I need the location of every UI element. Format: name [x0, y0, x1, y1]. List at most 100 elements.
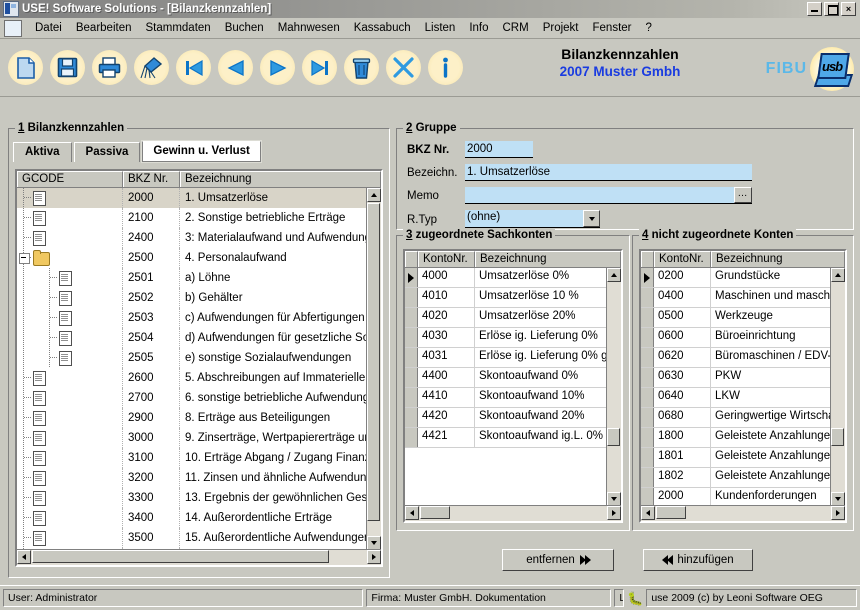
- row-indicator[interactable]: [641, 488, 654, 506]
- assigned-accounts-grid[interactable]: KontoNr. Bezeichnung 4000 Umsatzerlöse 0%…: [403, 249, 623, 523]
- rtyp-select[interactable]: (ohne): [465, 210, 600, 228]
- row-indicator[interactable]: [405, 368, 418, 387]
- row-indicator[interactable]: [641, 428, 654, 447]
- tree-row[interactable]: 3300 13. Ergebnis der gewöhnlichen Geschä…: [17, 488, 367, 508]
- row-indicator[interactable]: [641, 408, 654, 427]
- tree-row[interactable]: 3000 9. Zinserträge, Wertpapiererträge un…: [17, 428, 367, 448]
- row-indicator[interactable]: [641, 328, 654, 347]
- bilanzkennzahlen-tree[interactable]: GCODE BKZ Nr. Bezeichnung 2000 1. Umsatze…: [15, 169, 383, 567]
- chevron-down-icon[interactable]: [583, 210, 600, 227]
- assigned-account-row[interactable]: 4000 Umsatzerlöse 0%: [405, 268, 607, 288]
- next-button[interactable]: [260, 50, 295, 85]
- tree-row[interactable]: 3100 10. Erträge Abgang / Zugang Finanzan…: [17, 448, 367, 468]
- minimize-button[interactable]: [807, 2, 822, 16]
- delete-button[interactable]: [344, 50, 379, 85]
- tree-row[interactable]: 2600 5. Abschreibungen auf Immaterielle V…: [17, 368, 367, 388]
- tree-row[interactable]: 2400 3: Materialaufwand und Aufwendungen …: [17, 228, 367, 248]
- unassigned-account-row[interactable]: 0600 Büroeinrichtung: [641, 328, 831, 348]
- grid3-horizontal-scrollbar[interactable]: [405, 505, 621, 521]
- tree-row[interactable]: 2000 1. Umsatzerlöse: [17, 188, 367, 208]
- menu-item-bearbeiten[interactable]: Bearbeiten: [69, 20, 139, 36]
- row-indicator[interactable]: [405, 308, 418, 327]
- unassigned-account-row[interactable]: 0630 PKW: [641, 368, 831, 388]
- unassigned-account-row[interactable]: 1802 Geleistete Anzahlungen 20: [641, 468, 831, 488]
- row-indicator[interactable]: [641, 468, 654, 487]
- grid4-scroll-up-button[interactable]: [831, 268, 845, 282]
- grid3-scroll-thumb-h[interactable]: [420, 506, 450, 519]
- previous-button[interactable]: [218, 50, 253, 85]
- tree-row[interactable]: 2502 b) Gehälter: [17, 288, 367, 308]
- row-indicator[interactable]: [405, 288, 418, 307]
- row-indicator[interactable]: [641, 308, 654, 327]
- tree-row[interactable]: 2503 c) Aufwendungen für Abfertigungen un…: [17, 308, 367, 328]
- scroll-left-button[interactable]: [17, 550, 31, 564]
- menu-item-help[interactable]: ?: [639, 20, 659, 36]
- clear-button[interactable]: [134, 50, 169, 85]
- tab-aktiva[interactable]: Aktiva: [13, 142, 72, 162]
- unassigned-account-row[interactable]: 2000 Kundenforderungen: [641, 488, 831, 506]
- assigned-account-row[interactable]: 4410 Skontoaufwand 10%: [405, 388, 607, 408]
- row-indicator[interactable]: [641, 448, 654, 467]
- row-indicator[interactable]: [405, 328, 418, 347]
- menu-item-buchen[interactable]: Buchen: [218, 20, 271, 36]
- close-button[interactable]: ×: [841, 2, 856, 16]
- unassigned-account-row[interactable]: 1801 Geleistete Anzahlungen 10: [641, 448, 831, 468]
- tree-row[interactable]: 2504 d) Aufwendungen für gesetzliche Sozi…: [17, 328, 367, 348]
- menu-item-crm[interactable]: CRM: [496, 20, 536, 36]
- last-button[interactable]: [302, 50, 337, 85]
- add-button[interactable]: hinzufügen: [643, 549, 753, 571]
- grid3-column-kontonr[interactable]: KontoNr.: [418, 251, 475, 267]
- row-indicator[interactable]: [405, 348, 418, 367]
- row-indicator[interactable]: [641, 288, 654, 307]
- bkz-nr-input[interactable]: [465, 141, 533, 158]
- grid4-vertical-scrollbar[interactable]: [830, 268, 845, 506]
- first-button[interactable]: [176, 50, 211, 85]
- cancel-button[interactable]: [386, 50, 421, 85]
- tree-row[interactable]: 2505 e) sonstige Sozialaufwendungen: [17, 348, 367, 368]
- tree-row[interactable]: 2700 6. sonstige betriebliche Aufwendunge…: [17, 388, 367, 408]
- current-row-arrow-icon[interactable]: [641, 268, 654, 287]
- grid4-scroll-left-button[interactable]: [641, 506, 655, 520]
- menu-item-fenster[interactable]: Fenster: [586, 20, 639, 36]
- menu-item-projekt[interactable]: Projekt: [536, 20, 586, 36]
- tree-row[interactable]: 3400 14. Außerordentliche Erträge: [17, 508, 367, 528]
- unassigned-account-row[interactable]: 1800 Geleistete Anzahlungen 0: [641, 428, 831, 448]
- unassigned-account-row[interactable]: 0620 Büromaschinen / EDV-Anl: [641, 348, 831, 368]
- tab-passiva[interactable]: Passiva: [73, 142, 141, 162]
- current-row-arrow-icon[interactable]: [405, 268, 418, 287]
- tree-row[interactable]: 3500 15. Außerordentliche Aufwendungen: [17, 528, 367, 548]
- row-indicator[interactable]: [405, 388, 418, 407]
- assigned-account-row[interactable]: 4420 Skontoaufwand 20%: [405, 408, 607, 428]
- unassigned-account-row[interactable]: 0680 Geringwertige Wirtschaftsg: [641, 408, 831, 428]
- scroll-up-button[interactable]: [367, 188, 381, 202]
- tree-horizontal-scrollbar[interactable]: [17, 549, 381, 565]
- column-header-bezeichnung[interactable]: Bezeichnung: [180, 171, 381, 187]
- grid4-scroll-thumb[interactable]: [831, 428, 844, 446]
- menu-item-listen[interactable]: Listen: [418, 20, 463, 36]
- grid4-scroll-right-button[interactable]: [831, 506, 845, 520]
- menu-item-info[interactable]: Info: [462, 20, 495, 36]
- unassigned-account-row[interactable]: 0200 Grundstücke: [641, 268, 831, 288]
- menu-item-stammdaten[interactable]: Stammdaten: [138, 20, 217, 36]
- unassigned-account-row[interactable]: 0500 Werkzeuge: [641, 308, 831, 328]
- tree-row[interactable]: 2900 8. Erträge aus Beteiligungen: [17, 408, 367, 428]
- scroll-down-button[interactable]: [367, 536, 381, 550]
- scroll-thumb-h[interactable]: [32, 550, 329, 563]
- tab-gewinn-u-verlust[interactable]: Gewinn u. Verlust: [142, 141, 261, 162]
- remove-button[interactable]: entfernen: [502, 549, 614, 571]
- memo-ellipsis-button[interactable]: …: [734, 187, 752, 203]
- grid4-column-bezeichnung[interactable]: Bezeichnung: [711, 251, 845, 267]
- grid4-scroll-down-button[interactable]: [831, 492, 845, 506]
- unassigned-account-row[interactable]: 0400 Maschinen und maschinell: [641, 288, 831, 308]
- bezeichn-input[interactable]: [465, 164, 752, 181]
- assigned-account-row[interactable]: 4010 Umsatzerlöse 10 %: [405, 288, 607, 308]
- grid4-scroll-thumb-h[interactable]: [656, 506, 686, 519]
- grid3-scroll-thumb[interactable]: [607, 428, 620, 446]
- memo-input[interactable]: [465, 187, 752, 204]
- menu-item-kassabuch[interactable]: Kassabuch: [347, 20, 418, 36]
- row-indicator[interactable]: [641, 388, 654, 407]
- menu-item-datei[interactable]: Datei: [28, 20, 69, 36]
- tree-expander-icon[interactable]: [19, 253, 30, 264]
- unassigned-accounts-grid[interactable]: KontoNr. Bezeichnung 0200 Grundstücke 0400…: [639, 249, 847, 523]
- document-window-icon[interactable]: [4, 19, 22, 37]
